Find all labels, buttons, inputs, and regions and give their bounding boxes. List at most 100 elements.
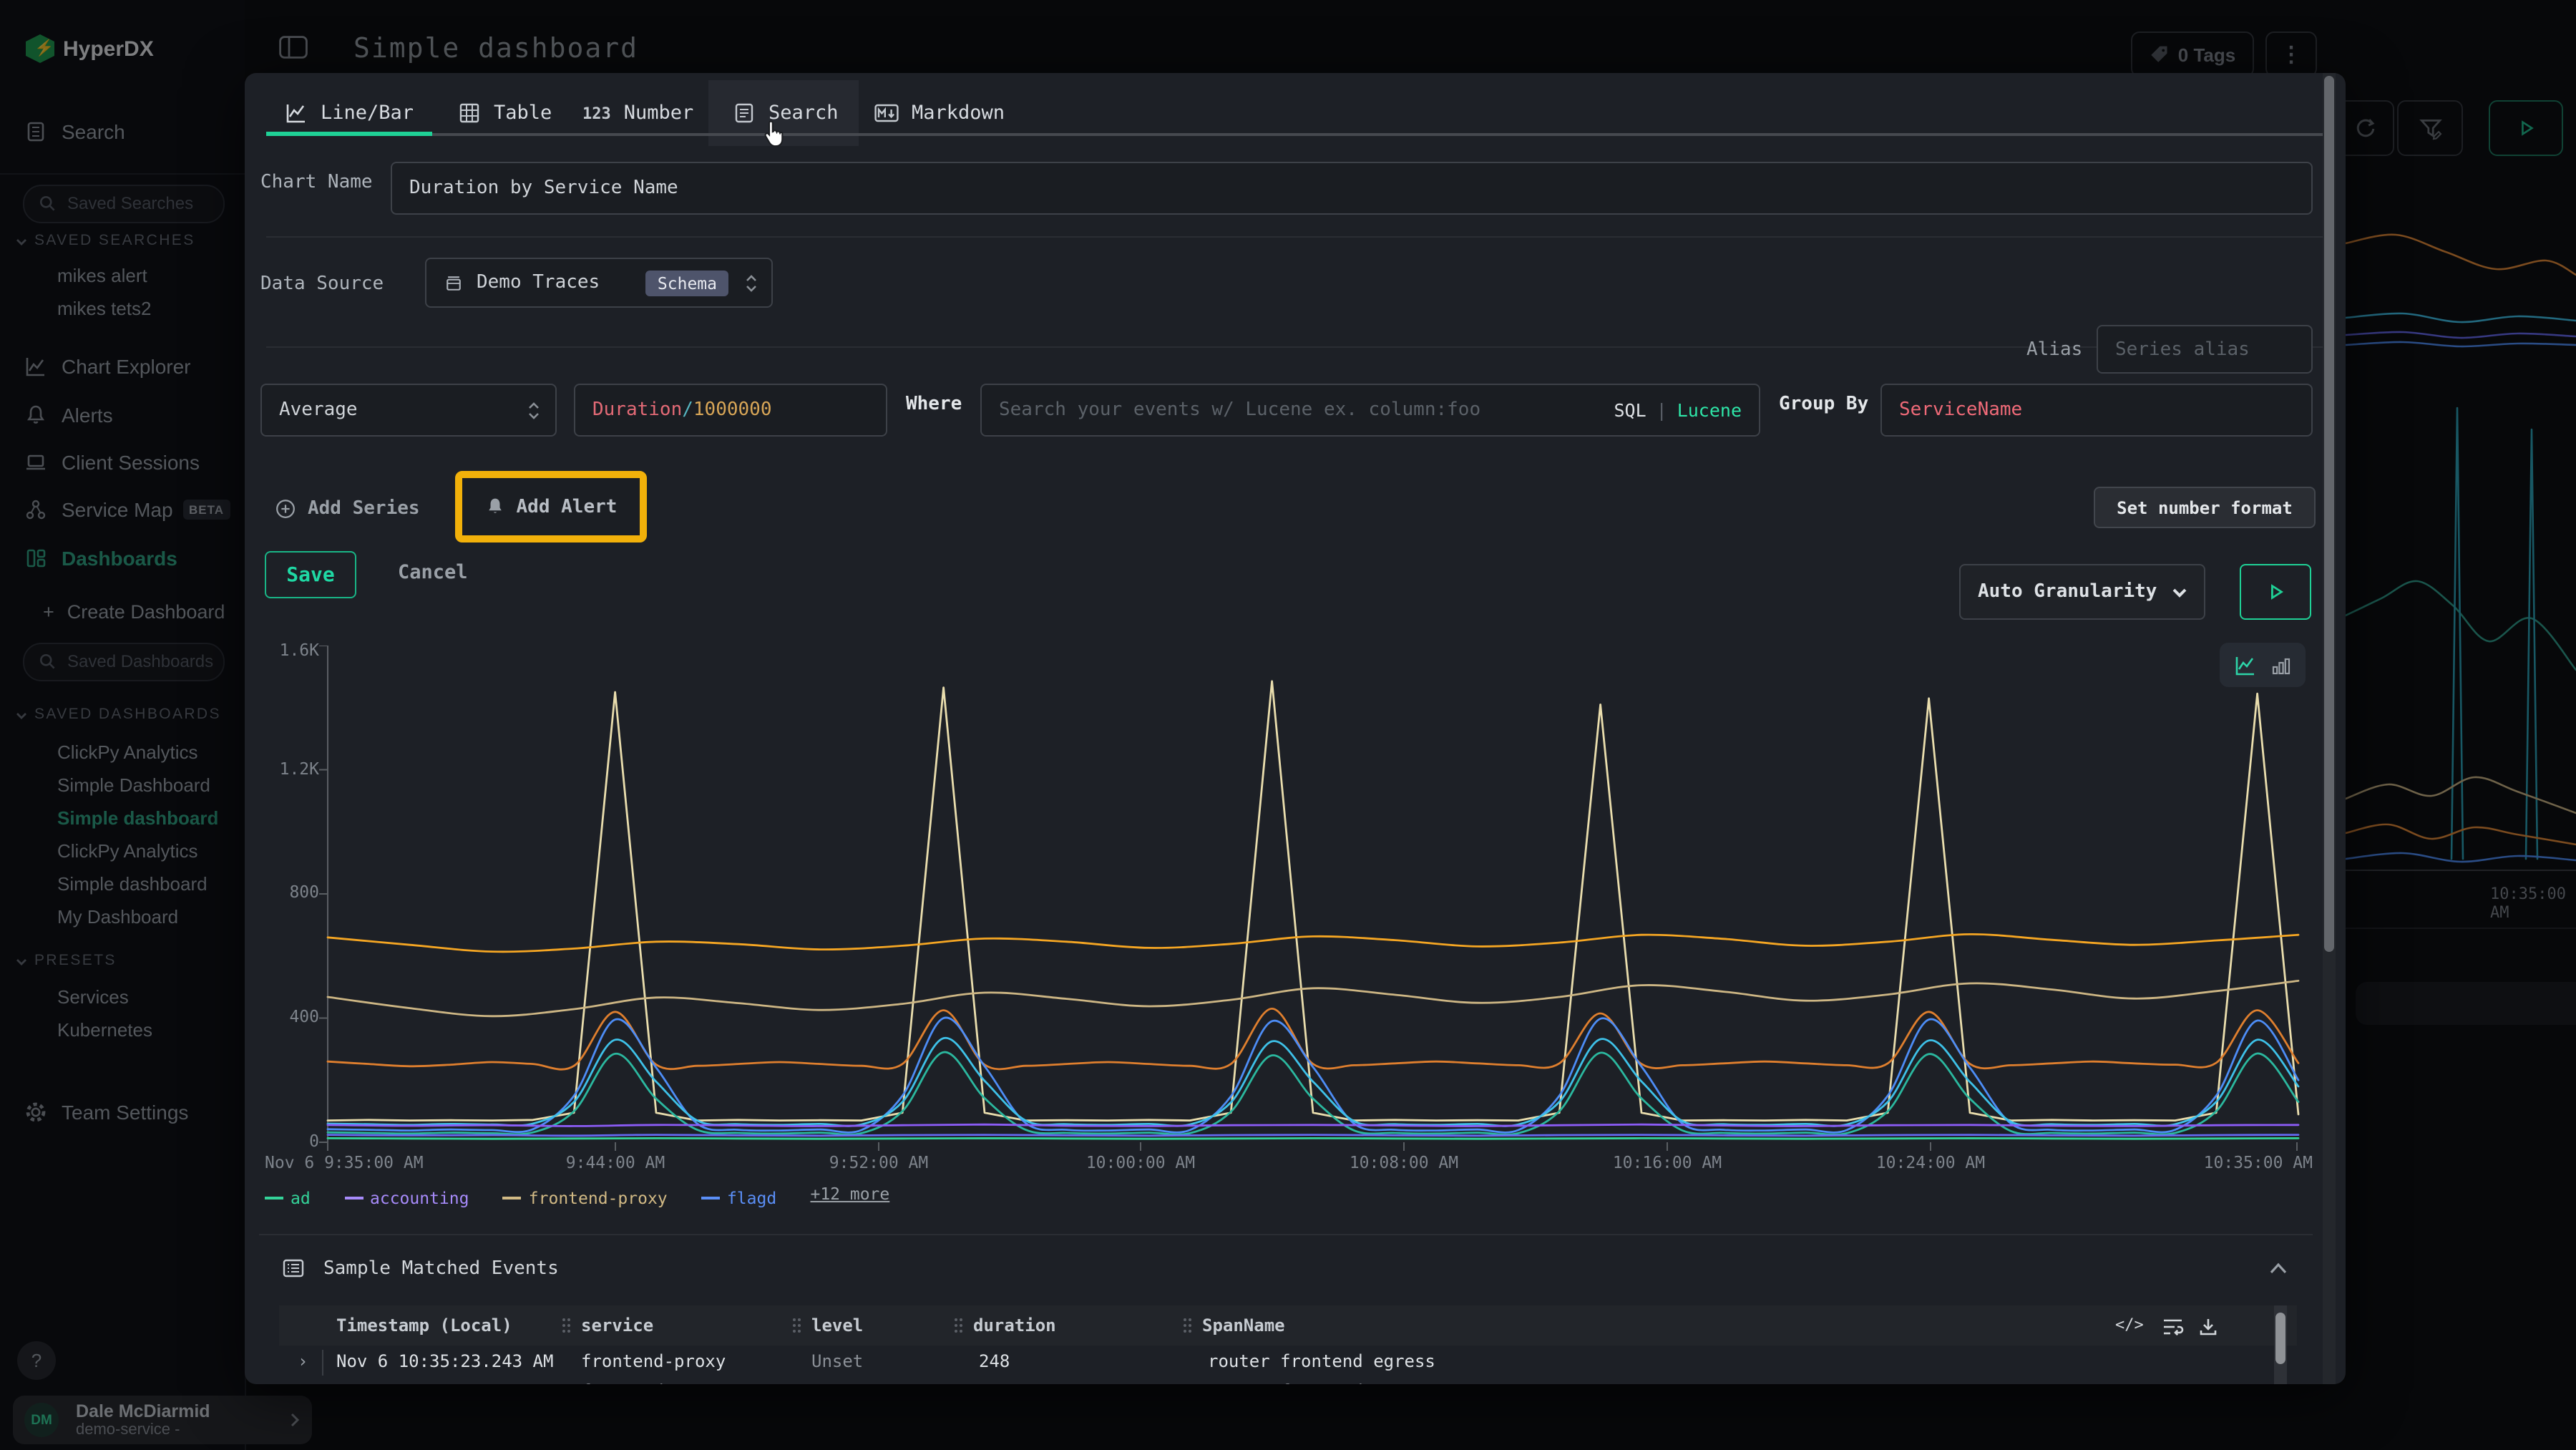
code-view-icon[interactable]: </> (2115, 1315, 2144, 1334)
y-tick: 0 (262, 1131, 319, 1151)
bell-icon (485, 497, 505, 517)
drag-handle-icon[interactable] (791, 1317, 801, 1334)
y-tick: 1.2K (262, 759, 319, 779)
chart-legend: ad accounting frontend-proxy flagd +12 m… (265, 1178, 909, 1208)
expression-value: 1000000 (693, 399, 772, 421)
col-service[interactable]: service (581, 1315, 653, 1335)
legend-swatch (265, 1197, 283, 1200)
tab-line-bar[interactable]: Line/Bar (285, 80, 414, 146)
collapse-chevron-up-icon[interactable] (2268, 1261, 2288, 1275)
tab-number[interactable]: 123 Number (582, 80, 693, 146)
cell-service: frontend-proxy (581, 1351, 726, 1371)
add-series-button[interactable]: Add Series (275, 490, 420, 527)
expression-input[interactable]: Duration/1000000 (574, 384, 887, 437)
lucene-toggle[interactable]: Lucene (1677, 399, 1742, 421)
col-level[interactable]: level (811, 1315, 863, 1335)
x-tick: 9:44:00 AM (551, 1152, 680, 1172)
select-chevrons-icon (744, 271, 758, 294)
list-icon (282, 1257, 305, 1280)
series-alias-input[interactable]: Series alias (2097, 325, 2313, 374)
circle-plus-icon (275, 497, 296, 519)
select-chevrons-icon (527, 399, 541, 422)
x-tick: 10:16:00 AM (1603, 1152, 1732, 1172)
chart-name-input[interactable]: Duration by Service Name (391, 162, 2313, 215)
tab-underline-track (266, 133, 2324, 136)
aggregation-select[interactable]: Average (260, 384, 557, 437)
tab-label: Number (624, 102, 694, 125)
col-duration[interactable]: duration (973, 1315, 1056, 1335)
legend-item[interactable]: accounting (344, 1188, 469, 1208)
edit-chart-modal: Line/Bar Table 123 Number Search Markdow… (245, 73, 2346, 1384)
tab-label: Markdown (912, 102, 1005, 125)
download-icon[interactable] (2198, 1317, 2218, 1337)
toggle-separator: | (1657, 399, 1667, 421)
mouse-cursor (758, 116, 793, 153)
table-icon (458, 102, 481, 125)
events-table-header: Timestamp (Local) service level duration… (279, 1305, 2297, 1346)
granularity-select[interactable]: Auto Granularity (1959, 564, 2205, 620)
journal-text-icon (733, 102, 756, 125)
cancel-button[interactable]: Cancel (398, 561, 468, 584)
alias-placeholder: Series alias (2115, 339, 2250, 360)
sql-toggle[interactable]: SQL (1614, 399, 1646, 421)
cell-divider (322, 1350, 323, 1376)
set-number-format-button[interactable]: Set number format (2094, 487, 2316, 528)
cell-level: Unset (811, 1351, 863, 1371)
chart-name-label: Chart Name (260, 172, 373, 193)
drag-handle-icon[interactable] (953, 1317, 963, 1334)
x-tick: 10:08:00 AM (1340, 1152, 1468, 1172)
number-123-icon: 123 (582, 104, 611, 122)
legend-swatch (344, 1197, 363, 1200)
row-expander[interactable]: › (298, 1351, 308, 1371)
legend-more-link[interactable]: +12 more (810, 1184, 889, 1204)
duration-chart[interactable] (316, 646, 2306, 1155)
app-root: ⚡ HyperDX Search Saved Searches SAVED SE… (0, 0, 2576, 1450)
modal-scrollbar[interactable] (2323, 73, 2336, 1384)
col-timestamp[interactable]: Timestamp (Local) (336, 1315, 512, 1335)
markdown-icon (874, 103, 899, 123)
where-label: Where (906, 394, 962, 415)
tab-markdown[interactable]: Markdown (874, 80, 1005, 146)
data-source-label: Data Source (260, 273, 384, 295)
add-alert-highlight-box: Add Alert (455, 471, 647, 542)
legend-swatch (701, 1197, 720, 1200)
drag-handle-icon[interactable] (561, 1317, 571, 1334)
x-tick: 9:52:00 AM (814, 1152, 943, 1172)
play-icon (2266, 583, 2285, 601)
table-row[interactable]: › Nov 6 10:35:23.243 AM frontend-proxy U… (279, 1346, 2297, 1380)
where-search-input[interactable]: Search your events w/ Lucene ex. column:… (980, 384, 1760, 437)
x-tick: 10:35:00 AM (2170, 1152, 2313, 1172)
save-button[interactable]: Save (265, 551, 356, 598)
y-tick: 400 (262, 1006, 319, 1026)
modal-scrollbar-thumb[interactable] (2324, 76, 2334, 952)
cell-timestamp: Nov 6 10:35:23.243 AM (336, 1351, 553, 1371)
col-spanname[interactable]: SpanName (1202, 1315, 1285, 1335)
legend-item[interactable]: frontend-proxy (503, 1188, 668, 1208)
events-title: Sample Matched Events (323, 1258, 559, 1280)
legend-item[interactable]: ad (265, 1188, 311, 1208)
tab-label: Line/Bar (321, 102, 414, 125)
cell-duration: 248 (979, 1351, 1010, 1371)
where-placeholder: Search your events w/ Lucene ex. column:… (999, 399, 1480, 421)
cell-spanname: router frontend egress (1208, 1351, 1435, 1371)
wrap-lines-icon[interactable] (2162, 1317, 2184, 1337)
database-icon (444, 273, 464, 293)
line-chart-icon (285, 102, 308, 125)
expression-operator: / (682, 399, 693, 421)
chevron-down-icon (2171, 586, 2188, 598)
tab-table[interactable]: Table (458, 80, 552, 146)
run-chart-button[interactable] (2240, 564, 2311, 620)
drag-handle-icon[interactable] (1182, 1317, 1192, 1334)
data-source-select[interactable]: Demo Traces Schema (425, 258, 773, 308)
table-scrollbar[interactable] (2274, 1305, 2287, 1384)
schema-badge: Schema (646, 270, 728, 296)
tab-label: Table (494, 102, 552, 125)
legend-item[interactable]: flagd (701, 1188, 776, 1208)
group-by-input[interactable]: ServiceName (1880, 384, 2313, 437)
table-row-clipped[interactable]: › Nov 6 10:35:23.243 AM frontend-proxy U… (279, 1380, 2297, 1384)
x-tick: 10:24:00 AM (1866, 1152, 1995, 1172)
table-scrollbar-thumb[interactable] (2275, 1313, 2285, 1364)
x-tick: 10:00:00 AM (1076, 1152, 1205, 1172)
add-alert-button[interactable]: Add Alert (462, 478, 640, 535)
x-tick: Nov 6 9:35:00 AM (265, 1152, 424, 1172)
